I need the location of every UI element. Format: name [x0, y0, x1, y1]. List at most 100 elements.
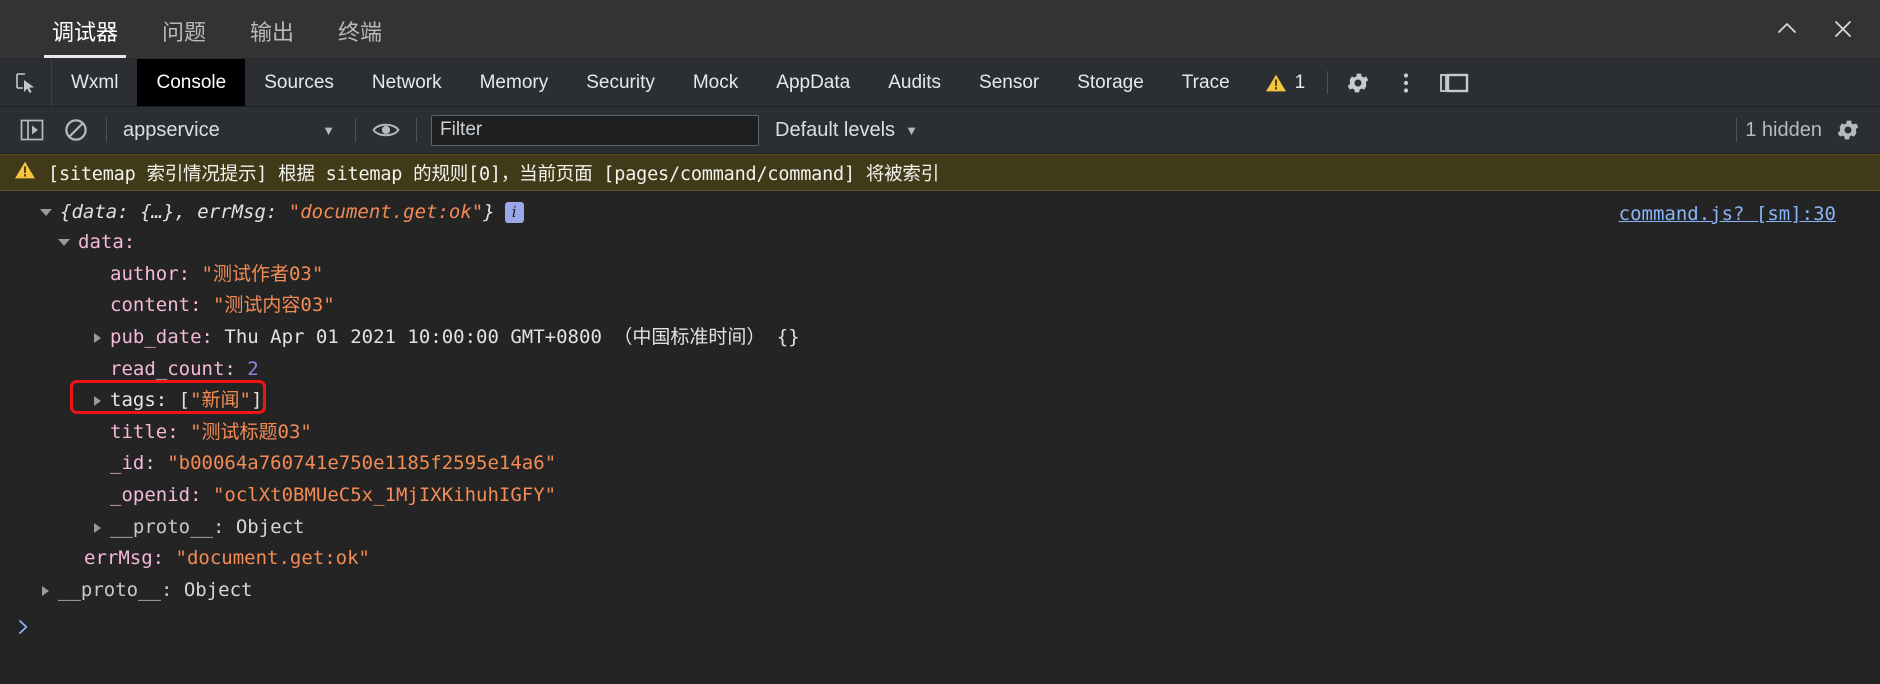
tree-value: "document.get:ok" — [175, 547, 370, 570]
filter-toolbar-right: 1 hidden — [1728, 117, 1870, 143]
hidden-messages-label[interactable]: 1 hidden — [1745, 119, 1826, 142]
context-selector-label: appservice — [123, 118, 220, 141]
tree-key: content: — [110, 294, 213, 317]
tab-console[interactable]: Console — [137, 59, 246, 106]
tree-property-row[interactable]: _openid: "oclXt0BMUeC5x_1MjIXKihuhIGFY" — [0, 480, 1880, 512]
tab-mock[interactable]: Mock — [674, 59, 757, 106]
warning-triangle-icon — [1265, 73, 1287, 93]
chevron-right-icon[interactable] — [94, 396, 101, 407]
console-sidebar-icon[interactable] — [10, 107, 54, 153]
tree-property-row[interactable]: content: "测试内容03" — [0, 290, 1880, 322]
tab-wxml[interactable]: Wxml — [52, 59, 137, 106]
tab-security[interactable]: Security — [567, 59, 674, 106]
tab-trace[interactable]: Trace — [1163, 59, 1249, 106]
tree-key: author: — [110, 262, 202, 285]
tree-value: Object — [235, 515, 305, 538]
summary-suffix-text: } — [483, 201, 495, 223]
tab-label: Storage — [1077, 71, 1144, 93]
gear-icon[interactable] — [1334, 59, 1382, 106]
chevron-up-icon[interactable] — [1770, 12, 1804, 46]
tab-memory[interactable]: Memory — [461, 59, 568, 106]
info-badge-icon[interactable]: i — [504, 201, 524, 223]
tree-property-row[interactable]: errMsg: "document.get:ok" — [0, 543, 1880, 575]
chevron-down-icon: ▼ — [322, 122, 335, 138]
tab-audits[interactable]: Audits — [869, 59, 960, 106]
toolbar-divider — [355, 118, 356, 142]
tree-value: 2 — [247, 357, 259, 380]
log-levels-label: Default levels — [775, 118, 896, 141]
tab-label: Network — [371, 71, 442, 93]
warning-count-indicator[interactable]: 1 — [1249, 59, 1322, 106]
tree-value: "oclXt0BMUeC5x_1MjIXKihuhIGFY" — [212, 484, 557, 507]
console-output: {data: {…}, errMsg: "document.get:ok"} i… — [0, 191, 1880, 684]
chevron-down-icon[interactable] — [40, 208, 52, 216]
tree-property-list: author: "测试作者03" content: "测试内容03" pub_dat… — [0, 259, 1880, 607]
toolbar-divider — [1736, 118, 1738, 142]
close-icon[interactable] — [1826, 12, 1860, 46]
chevron-right-icon[interactable] — [94, 522, 101, 533]
window-tab-list: 调试器 问题 输出 终端 — [0, 0, 404, 58]
tree-key: read_count: — [110, 357, 248, 380]
window-titlebar: 调试器 问题 输出 终端 — [0, 0, 1880, 59]
tree-value: ["新闻"] — [178, 389, 263, 412]
tab-label: Sources — [264, 71, 334, 93]
window-tab-label: 终端 — [338, 20, 383, 45]
console-warning-row[interactable]: [sitemap 索引情况提示] 根据 sitemap 的规则[0]，当前页面 … — [0, 154, 1880, 191]
chevron-right-icon[interactable] — [94, 332, 101, 343]
tree-property-row[interactable]: title: "测试标题03" — [0, 417, 1880, 449]
toolbar-divider — [1327, 71, 1329, 94]
tree-property-row[interactable]: _id: "b00064a760741e750e1185f2595e14a6" — [0, 448, 1880, 480]
window-tab-debugger[interactable]: 调试器 — [30, 22, 140, 58]
context-selector[interactable]: appservice ▼ — [115, 107, 347, 153]
live-expression-eye-icon[interactable] — [364, 107, 408, 153]
toolbar-divider — [416, 118, 417, 142]
prompt-caret-icon — [18, 617, 31, 641]
log-entry-summary-row[interactable]: {data: {…}, errMsg: "document.get:ok"} i — [0, 197, 1880, 227]
console-prompt-row[interactable] — [0, 607, 1880, 641]
tree-node-data[interactable]: data: — [0, 227, 1880, 259]
source-location-link[interactable]: command.js? [sm]:30 — [1619, 203, 1836, 225]
tab-storage[interactable]: Storage — [1058, 59, 1163, 106]
tree-key: __proto__: — [110, 515, 236, 538]
tree-key: __proto__: — [58, 579, 184, 602]
tree-property-row[interactable]: author: "测试作者03" — [0, 259, 1880, 291]
tree-property-row[interactable]: __proto__: Object — [0, 575, 1880, 607]
tree-key: _id: — [110, 452, 168, 475]
log-levels-dropdown[interactable]: Default levels ▼ — [775, 119, 918, 142]
tree-key: _openid: — [110, 484, 213, 507]
tab-label: Security — [586, 71, 655, 93]
chevron-right-icon[interactable] — [42, 585, 49, 596]
tree-key: title: — [110, 420, 191, 443]
tree-property-row[interactable]: tags: ["新闻"] — [0, 380, 1880, 417]
tab-sources[interactable]: Sources — [245, 59, 353, 106]
tree-value: "b00064a760741e750e1185f2595e14a6" — [167, 452, 557, 475]
window-tab-label: 输出 — [250, 20, 295, 45]
gear-icon[interactable] — [1826, 117, 1870, 143]
inspect-cursor-icon[interactable] — [0, 59, 52, 106]
chevron-down-icon[interactable] — [58, 239, 70, 247]
window-tab-problems[interactable]: 问题 — [140, 22, 228, 58]
window-tab-output[interactable]: 输出 — [228, 22, 316, 58]
tab-appdata[interactable]: AppData — [757, 59, 869, 106]
dock-panel-icon[interactable] — [1430, 59, 1478, 106]
tree-key-data: data: — [78, 231, 136, 253]
tab-label: AppData — [776, 71, 851, 93]
warning-triangle-icon — [14, 160, 36, 185]
devtools-tab-strip: Wxml Console Sources Network Memory Secu… — [0, 59, 1880, 107]
tree-property-row[interactable]: pub_date: Thu Apr 01 2021 10:00:00 GMT+0… — [0, 322, 1880, 354]
window-tab-terminal[interactable]: 终端 — [316, 22, 404, 58]
tab-label: Wxml — [71, 71, 119, 93]
warning-count-label: 1 — [1294, 71, 1306, 93]
window-tab-label: 问题 — [162, 20, 207, 45]
tree-property-row[interactable]: read_count: 2 — [0, 354, 1880, 386]
window-actions — [1770, 0, 1860, 58]
tree-property-row[interactable]: __proto__: Object — [0, 512, 1880, 544]
tab-label: Trace — [1181, 71, 1230, 93]
clear-console-icon[interactable] — [54, 107, 98, 153]
tab-label: Memory — [479, 71, 549, 93]
tab-sensor[interactable]: Sensor — [960, 59, 1058, 106]
kebab-menu-icon[interactable] — [1382, 59, 1430, 106]
tab-network[interactable]: Network — [353, 59, 461, 106]
tab-label: Console — [156, 71, 227, 93]
filter-input[interactable] — [431, 114, 759, 146]
